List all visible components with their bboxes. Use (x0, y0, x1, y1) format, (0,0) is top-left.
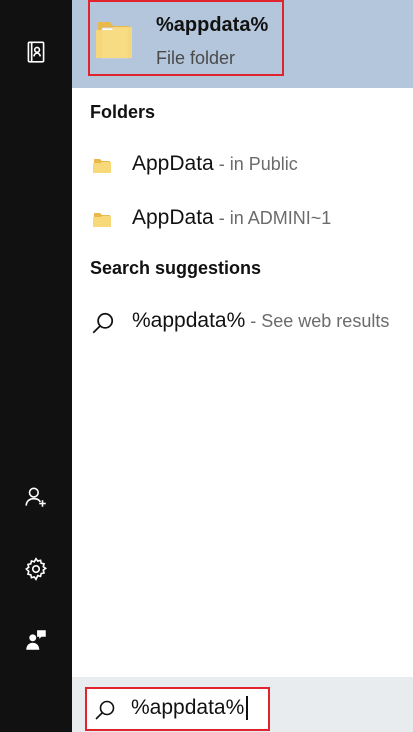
best-match-subtitle: File folder (156, 48, 236, 68)
search-bar: %appdata% (72, 677, 413, 732)
folder-icon (96, 22, 132, 59)
notebook-icon[interactable] (18, 34, 54, 70)
left-rail (0, 0, 72, 732)
suggestion-label: %appdata% - See web results (132, 309, 389, 333)
folder-location: - in Public (213, 154, 298, 174)
suggestion-item[interactable]: %appdata% - See web results (72, 300, 413, 344)
folder-name: AppData (132, 206, 214, 229)
search-query: %appdata% (131, 696, 245, 719)
best-match-result[interactable]: %appdata% File folder (72, 0, 413, 88)
gear-icon[interactable] (18, 551, 54, 587)
search-input[interactable]: %appdata% (85, 687, 270, 731)
folder-icon (93, 213, 111, 227)
feedback-icon[interactable] (18, 622, 54, 658)
folder-result-label: AppData - in ADMINI~1 (132, 206, 331, 230)
folder-location: - in ADMINI~1 (213, 208, 332, 228)
folder-icon (93, 159, 111, 173)
folder-result-item[interactable]: AppData - in ADMINI~1 (72, 197, 413, 241)
folders-heading: Folders (90, 102, 156, 122)
search-icon (95, 700, 115, 720)
search-input-text: %appdata% (131, 696, 249, 721)
folder-result-label: AppData - in Public (132, 152, 298, 176)
suggestion-query: %appdata% (132, 309, 246, 332)
search-results-panel: %appdata% File folder Folders AppData - … (72, 0, 413, 732)
best-match-title: %appdata% (156, 14, 269, 36)
suggestion-hint: - See web results (245, 311, 390, 331)
folder-result-item[interactable]: AppData - in Public (72, 143, 413, 187)
text-caret (246, 696, 249, 721)
search-suggestions-heading: Search suggestions (90, 258, 262, 278)
person-add-icon[interactable] (18, 479, 54, 515)
folder-name: AppData (132, 152, 214, 175)
search-icon (92, 312, 114, 334)
